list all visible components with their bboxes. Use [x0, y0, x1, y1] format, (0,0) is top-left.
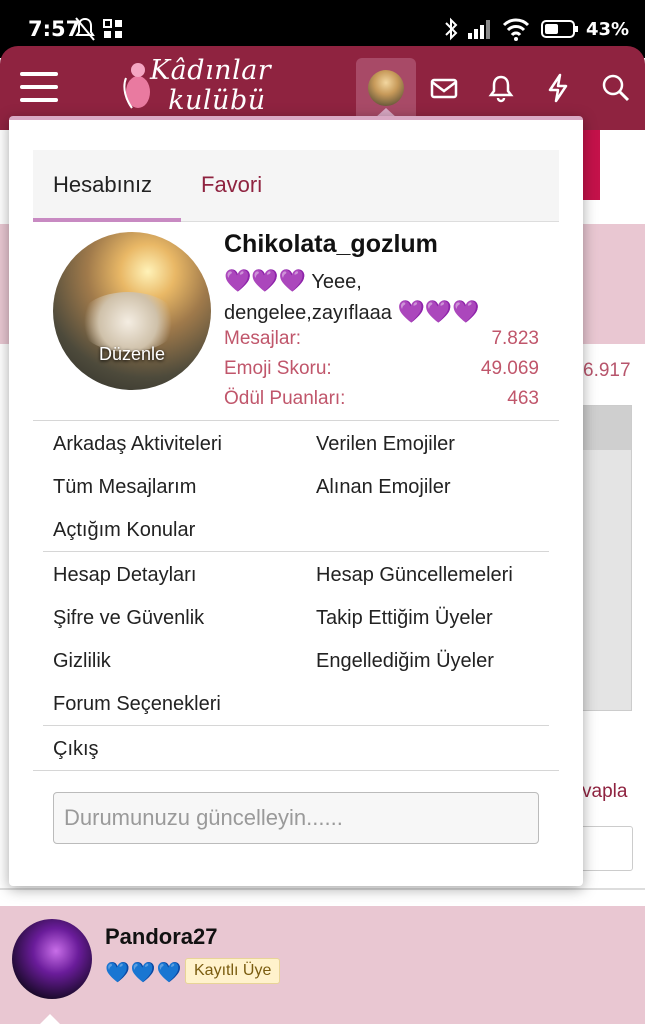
stat-label: Ödül Puanları:: [224, 388, 346, 409]
status-hearts: 💜💜💜: [224, 268, 307, 293]
divider: [33, 770, 559, 771]
logo-text: Kâdınlar kulübü: [150, 55, 272, 116]
divider: [33, 420, 559, 421]
edit-avatar-link[interactable]: Düzenle: [53, 344, 211, 365]
background-count: 6.917: [583, 360, 631, 381]
logout-link[interactable]: Çıkış: [53, 738, 99, 761]
link-given-emojis[interactable]: Verilen Emojiler: [316, 433, 455, 456]
link-account-updates[interactable]: Hesap Güncellemeleri: [316, 564, 513, 587]
reply-input[interactable]: [575, 826, 633, 871]
avatar-icon: [368, 70, 404, 106]
link-account-details[interactable]: Hesap Detayları: [53, 564, 196, 587]
divider: [0, 888, 645, 890]
battery-percent: 43%: [586, 19, 630, 40]
link-received-emojis[interactable]: Alınan Emojiler: [316, 476, 451, 499]
link-password-security[interactable]: Şifre ve Güvenlik: [53, 607, 204, 630]
profile-avatar[interactable]: Düzenle: [53, 232, 211, 390]
status-update-input[interactable]: [53, 792, 539, 844]
post-username[interactable]: Pandora27: [105, 924, 218, 950]
profile-username[interactable]: Chikolata_gozlum: [224, 230, 438, 259]
link-following[interactable]: Takip Ettiğim Üyeler: [316, 607, 493, 630]
divider: [43, 725, 549, 726]
mail-icon[interactable]: [428, 72, 460, 104]
battery-icon: [541, 20, 578, 38]
divider: [43, 551, 549, 552]
tab-favorites[interactable]: Favori: [201, 172, 262, 198]
status-hearts-end: 💜💜💜: [397, 299, 480, 324]
post-pointer: [40, 1014, 60, 1024]
link-forum-options[interactable]: Forum Seçenekleri: [53, 693, 221, 716]
reply-link[interactable]: vapla: [582, 781, 627, 803]
menu-icon[interactable]: [20, 72, 58, 104]
banner-edge: [582, 130, 600, 200]
search-icon[interactable]: [600, 72, 632, 104]
user-role-badge: Kayıtlı Üye: [185, 958, 281, 984]
mute-bell-icon: [75, 17, 95, 41]
wifi-icon: [502, 18, 530, 41]
link-my-threads[interactable]: Açtığım Konular: [53, 519, 195, 542]
stat-value: 49.069: [480, 358, 539, 379]
stat-label: Emoji Skoru:: [224, 358, 332, 379]
post-user-hearts: 💙💙💙: [105, 962, 183, 984]
site-logo[interactable]: Kâdınlar kulübü: [120, 54, 280, 118]
active-tab-indicator: [33, 218, 181, 222]
stat-label: Mesajlar:: [224, 328, 302, 349]
account-popup: Hesabınız Favori Düzenle Chikolata_gozlu…: [9, 116, 583, 886]
background-panel: [580, 405, 632, 711]
bell-icon[interactable]: [485, 72, 517, 104]
link-privacy[interactable]: Gizlilik: [53, 650, 111, 673]
clock: 7:57: [28, 17, 81, 41]
profile-status: 💜💜💜 Yeee, dengelee,zayıflaaa 💜💜💜: [224, 266, 524, 328]
link-all-messages[interactable]: Tüm Mesajlarım: [53, 476, 196, 499]
tab-account[interactable]: Hesabınız: [53, 172, 152, 198]
link-friend-activity[interactable]: Arkadaş Aktiviteleri: [53, 433, 222, 456]
lightning-icon[interactable]: [542, 72, 574, 104]
stat-value: 463: [507, 388, 539, 409]
stat-value: 7.823: [491, 328, 539, 349]
bluetooth-icon: [445, 17, 458, 41]
signal-icon: [468, 20, 490, 39]
post-header: Pandora27 💙💙💙 Kayıtlı Üye: [0, 906, 645, 1024]
link-blocked-members[interactable]: Engellediğim Üyeler: [316, 650, 494, 673]
avatar-image: [78, 292, 178, 352]
post-avatar[interactable]: [12, 919, 92, 999]
app-grid-icon: [103, 19, 122, 38]
popup-tabs: Hesabınız Favori: [33, 150, 559, 222]
